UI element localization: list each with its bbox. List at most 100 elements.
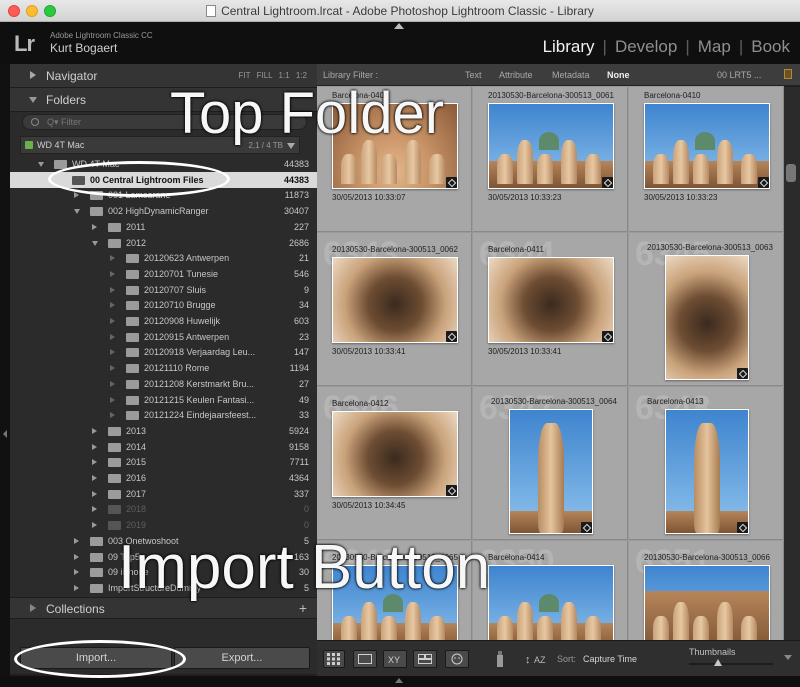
grid-cell[interactable]: 6350 Barcelona-0414 <box>473 541 628 640</box>
collapse-left-panel-icon[interactable] <box>3 430 7 438</box>
folder-row[interactable]: 2012 2686 <box>10 235 317 251</box>
photo-thumbnail[interactable] <box>488 565 614 640</box>
grid-cell[interactable]: 6351 20130530-Barcelona-300513_0066 <box>629 541 784 640</box>
grid-scrollbar-thumb[interactable] <box>786 164 796 182</box>
develop-settings-badge-icon[interactable] <box>446 177 457 188</box>
folder-row[interactable]: 20120707 Sluis 9 <box>10 282 317 298</box>
expand-triangle-icon[interactable] <box>110 270 115 277</box>
expand-triangle-icon[interactable] <box>110 302 115 309</box>
people-view-button[interactable] <box>445 650 469 668</box>
lock-icon[interactable] <box>784 69 792 79</box>
expand-triangle-icon[interactable] <box>30 71 36 79</box>
toolbar-menu-icon[interactable] <box>784 655 792 660</box>
folder-row[interactable]: 2019 0 <box>10 517 317 533</box>
folder-row[interactable]: 20121110 Rome 1194 <box>10 360 317 376</box>
collapse-top-panel-icon[interactable] <box>394 23 404 29</box>
folder-row[interactable]: 2017 337 <box>10 486 317 502</box>
folder-row[interactable]: 20121215 Keulen Fantasi... 49 <box>10 392 317 408</box>
module-library[interactable]: Library <box>543 37 595 56</box>
photo-thumbnail[interactable] <box>488 257 614 343</box>
collapse-triangle-icon[interactable] <box>92 240 98 246</box>
develop-settings-badge-icon[interactable] <box>446 485 457 496</box>
survey-view-button[interactable] <box>413 650 437 668</box>
photo-thumbnail[interactable] <box>332 411 458 497</box>
expand-triangle-icon[interactable] <box>110 286 115 293</box>
expand-triangle-icon[interactable] <box>110 365 115 372</box>
photo-thumbnail[interactable] <box>509 409 593 534</box>
expand-triangle-icon[interactable] <box>30 604 36 612</box>
folder-row[interactable]: 2014 9158 <box>10 439 317 455</box>
painter-spray-can-icon[interactable] <box>495 649 505 669</box>
folder-row[interactable]: 2013 5924 <box>10 423 317 439</box>
develop-settings-badge-icon[interactable] <box>737 522 748 533</box>
expand-triangle-icon[interactable] <box>92 459 97 466</box>
folder-row[interactable]: 20120918 Verjaardag Leu... 147 <box>10 344 317 360</box>
grid-cell[interactable]: 6343 20130530-Barcelona-300513_0062 30/05/… <box>317 233 472 386</box>
folder-row[interactable]: 2016 4364 <box>10 470 317 486</box>
left-panel-edge[interactable] <box>0 64 10 687</box>
expand-triangle-icon[interactable] <box>74 553 79 560</box>
photo-thumbnail[interactable] <box>665 409 749 534</box>
module-book[interactable]: Book <box>751 37 790 56</box>
expand-triangle-icon[interactable] <box>74 537 79 544</box>
module-map[interactable]: Map <box>698 37 731 56</box>
collapse-triangle-icon[interactable] <box>38 162 44 167</box>
expand-triangle-icon[interactable] <box>92 506 97 513</box>
expand-triangle-icon[interactable] <box>110 412 115 419</box>
thumbnail-size-slider-knob[interactable] <box>714 659 723 666</box>
expand-triangle-icon[interactable] <box>110 255 115 262</box>
develop-settings-badge-icon[interactable] <box>446 331 457 342</box>
navigator-zoom-options[interactable]: FIT FILL 1:1 1:2 <box>239 71 307 80</box>
folder-row[interactable]: 20120710 Brugge 34 <box>10 297 317 313</box>
expand-triangle-icon[interactable] <box>92 475 97 481</box>
photo-thumbnail[interactable] <box>665 255 749 380</box>
export-button[interactable]: Export... <box>174 647 310 669</box>
expand-triangle-icon[interactable] <box>92 490 97 497</box>
folder-row[interactable]: 2011 227 <box>10 219 317 235</box>
expand-triangle-icon[interactable] <box>110 349 115 356</box>
grid-cell[interactable]: 634520130530-Barcelona-300513_006330/05/… <box>629 233 784 386</box>
photo-thumbnail[interactable] <box>332 257 458 343</box>
filter-none[interactable]: None <box>607 70 630 80</box>
develop-settings-badge-icon[interactable] <box>737 368 748 379</box>
loupe-view-button[interactable] <box>353 650 377 668</box>
expand-triangle-icon[interactable] <box>110 380 115 387</box>
expand-triangle-icon[interactable] <box>92 223 97 230</box>
develop-settings-badge-icon[interactable] <box>758 177 769 188</box>
expand-triangle-icon[interactable] <box>92 522 97 529</box>
grid-cell[interactable]: 6348Barcelona-041330/05/2013 10:36:09 <box>629 387 784 540</box>
grid-cell[interactable]: 20130530-Barcelona-300513_0061 30/05/2013… <box>473 87 628 232</box>
grid-view-button[interactable] <box>323 650 345 668</box>
sort-direction-icon[interactable]: ↕ AZ <box>525 649 549 669</box>
folder-row[interactable]: 2018 0 <box>10 501 317 517</box>
folder-row[interactable]: 20120701 Tunesie 546 <box>10 266 317 282</box>
expand-triangle-icon[interactable] <box>74 569 79 576</box>
grid-cell[interactable]: 6346 Barcelona-0412 30/05/2013 10:34:45 <box>317 387 472 540</box>
develop-settings-badge-icon[interactable] <box>602 331 613 342</box>
folder-row[interactable]: 20121224 Eindejaarsfeest... 33 <box>10 407 317 423</box>
photo-thumbnail[interactable] <box>488 103 614 189</box>
folder-row[interactable]: 20120623 Antwerpen 21 <box>10 250 317 266</box>
filter-metadata[interactable]: Metadata <box>552 70 590 80</box>
sort-select[interactable]: Capture Time <box>583 654 637 664</box>
expand-triangle-icon[interactable] <box>74 192 79 199</box>
grid-cell[interactable]: Barcelona-0410 30/05/2013 10:33:23 <box>629 87 784 232</box>
show-filmstrip-icon[interactable] <box>395 678 403 683</box>
module-develop[interactable]: Develop <box>615 37 677 56</box>
develop-settings-badge-icon[interactable] <box>581 522 592 533</box>
folder-row[interactable]: 20120908 Huwelijk 603 <box>10 313 317 329</box>
expand-triangle-icon[interactable] <box>92 443 97 450</box>
photo-thumbnail[interactable] <box>644 103 770 189</box>
collapse-triangle-icon[interactable] <box>29 97 37 103</box>
grid-cell[interactable]: 6344 Barcelona-0411 30/05/2013 10:33:41 <box>473 233 628 386</box>
folder-row[interactable]: 20121208 Kerstmarkt Bru... 27 <box>10 376 317 392</box>
thumbnail-size-slider[interactable] <box>689 663 773 665</box>
filter-preset-select[interactable]: 00 LRT5 ... <box>717 70 761 80</box>
folder-row[interactable]: 2015 7711 <box>10 454 317 470</box>
photo-thumbnail[interactable] <box>644 565 770 640</box>
expand-triangle-icon[interactable] <box>110 333 115 340</box>
folder-row[interactable]: 002 HighDynamicRanger 30407 <box>10 203 317 219</box>
expand-triangle-icon[interactable] <box>92 427 97 434</box>
folder-row[interactable]: 20120915 Antwerpen 23 <box>10 329 317 345</box>
develop-settings-badge-icon[interactable] <box>602 177 613 188</box>
